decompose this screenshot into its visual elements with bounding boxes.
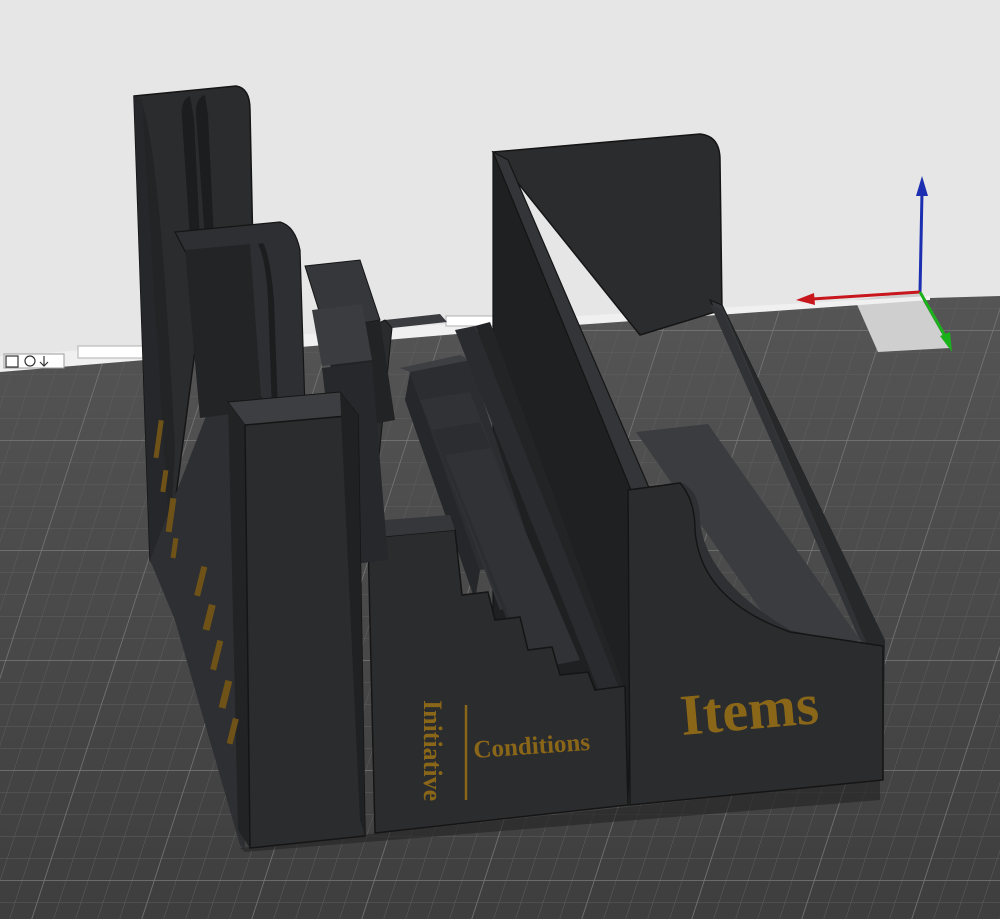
label-initiative: Initiative (418, 700, 447, 801)
axis-gizmo-z (918, 191, 924, 293)
3d-viewport[interactable]: Initiative Conditions Items (0, 0, 1000, 919)
label-items: Items (677, 671, 821, 748)
